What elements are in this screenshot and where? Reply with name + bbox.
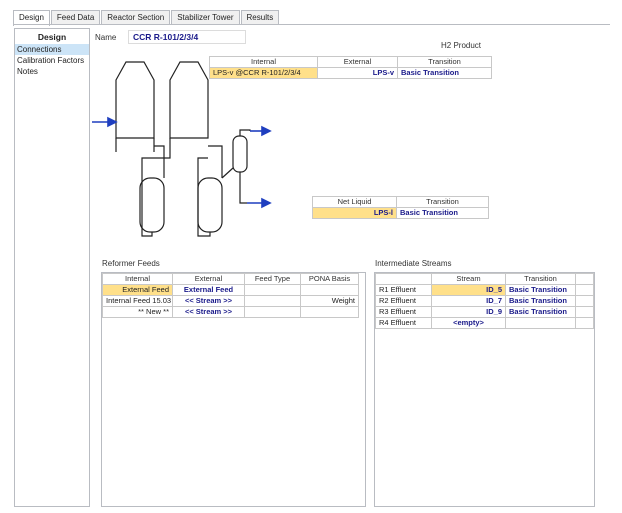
liquid-arrow-icon [261,197,272,209]
feed-external-cell[interactable]: << Stream >> [172,306,245,318]
feed-internal-cell[interactable]: ** New ** [102,306,173,318]
reactor-2-shape [169,61,209,139]
h2-product-title: H2 Product [441,41,482,50]
effluent-name-cell: R4 Effluent [375,317,432,329]
feed-pona-cell[interactable] [300,284,359,296]
effluent-transition-cell[interactable]: Basic Transition [505,284,576,296]
streams-header-blank [375,273,432,285]
streams-header-stream: Stream [431,273,506,285]
h2-header-transition: Transition [397,56,492,68]
left-navigation-pane: Design Connections Calibration Factors N… [14,28,90,507]
name-field[interactable]: CCR R-101/2/3/4 [128,30,246,44]
feed-type-cell[interactable] [244,295,301,307]
tab-divider [13,24,610,25]
tab-results[interactable]: Results [240,10,280,24]
feed-internal-cell[interactable]: External Feed [102,284,173,296]
tab-stabilizer-tower[interactable]: Stabilizer Tower [171,10,240,24]
intermediate-streams-title: Intermediate Streams [375,259,452,268]
name-label: Name [95,33,117,42]
table-row: R2 Effluent ID_7 Basic Transition [375,295,594,307]
table-row: R3 Effluent ID_9 Basic Transition [375,306,594,318]
tab-reactor-section[interactable]: Reactor Section [101,10,171,24]
streams-header-transition: Transition [505,273,576,285]
net-liquid-header: Net Liquid [312,196,397,208]
table-row: R4 Effluent <empty> [375,317,594,329]
feed-pona-cell[interactable]: Weight [300,295,359,307]
nav-item-connections[interactable]: Connections [15,44,89,55]
h2-header-external: External [317,56,398,68]
feed-arrow-icon [107,116,118,128]
separator-shape [232,135,248,173]
effluent-stream-cell[interactable]: <empty> [431,317,506,329]
feeds-header-external: External [172,273,245,285]
nav-item-calibration-factors[interactable]: Calibration Factors [15,55,89,66]
left-pane-title: Design [37,32,67,42]
feed-type-cell[interactable] [244,306,301,318]
feed-pona-cell[interactable] [300,306,359,318]
effluent-stream-cell[interactable]: ID_7 [431,295,506,307]
effluent-stream-cell[interactable]: ID_5 [431,284,506,296]
effluent-transition-cell[interactable]: Basic Transition [505,306,576,318]
feed-type-cell[interactable] [244,284,301,296]
effluent-name-cell: R3 Effluent [375,306,432,318]
net-liquid-transition-header: Transition [396,196,489,208]
heater-2-shape [197,177,223,233]
net-liquid-table: Net Liquid Transition LPS-l Basic Transi… [312,196,489,219]
table-row: ** New ** << Stream >> [102,306,359,318]
feeds-header-feed-type: Feed Type [244,273,301,285]
tab-bar: Design Feed Data Reactor Section Stabili… [13,10,280,26]
effluent-transition-cell[interactable] [505,317,576,329]
net-liquid-transition-cell[interactable]: Basic Transition [396,207,489,219]
effluent-transition-cell[interactable]: Basic Transition [505,295,576,307]
table-row: External Feed External Feed [102,284,359,296]
nav-item-notes[interactable]: Notes [15,66,89,77]
vapor-arrow-icon [261,125,272,137]
feed-internal-cell[interactable]: Internal Feed 15.03 [102,295,173,307]
effluent-name-cell: R2 Effluent [375,295,432,307]
effluent-name-cell: R1 Effluent [375,284,432,296]
tab-feed-data[interactable]: Feed Data [50,10,101,24]
effluent-stream-cell[interactable]: ID_9 [431,306,506,318]
reactor-1-shape [115,61,155,139]
h2-transition-cell[interactable]: Basic Transition [397,67,492,79]
net-liquid-cell[interactable]: LPS-l [312,207,397,219]
table-row: R1 Effluent ID_5 Basic Transition [375,284,594,296]
reformer-feeds-title: Reformer Feeds [102,259,160,268]
feed-external-cell[interactable]: External Feed [172,284,245,296]
intermediate-streams-table: Stream Transition R1 Effluent ID_5 Basic… [375,273,594,329]
h2-external-cell[interactable]: LPS-v [317,67,398,79]
feeds-header-pona-basis: PONA Basis [300,273,359,285]
streams-header-filler [575,273,594,285]
feeds-header-internal: Internal [102,273,173,285]
reformer-feeds-table: Internal External Feed Type PONA Basis E… [102,273,359,318]
feed-external-cell[interactable]: << Stream >> [172,295,245,307]
table-row: Internal Feed 15.03 << Stream >> Weight [102,295,359,307]
heater-1-shape [139,177,165,233]
reactor-flowsheet-diagram [92,61,272,237]
